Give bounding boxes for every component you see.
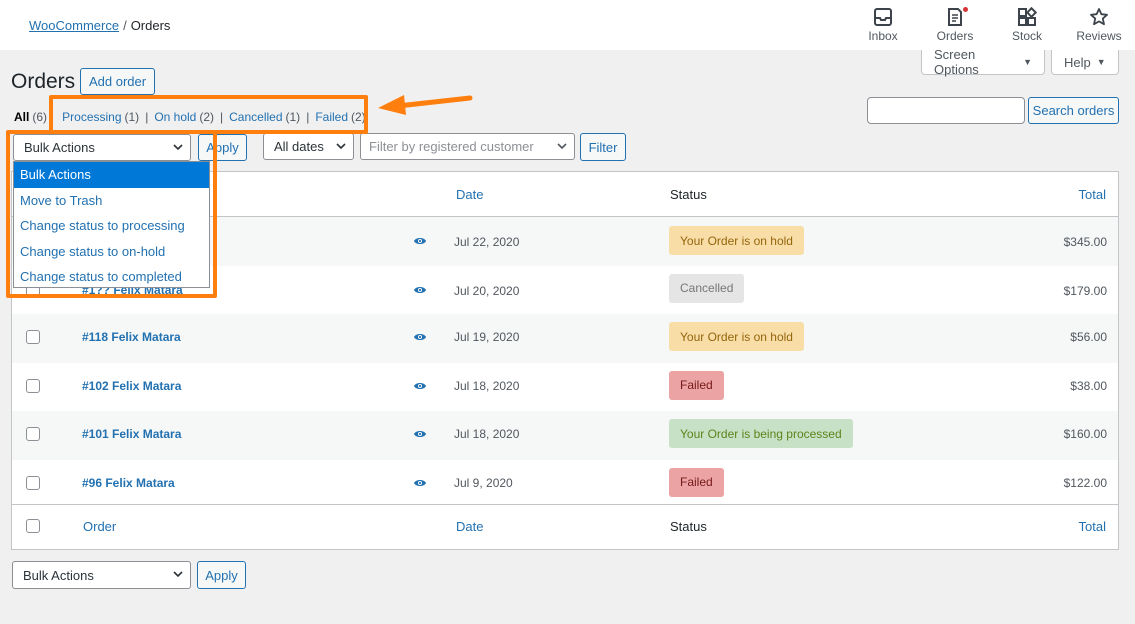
column-order[interactable]: Order — [83, 519, 116, 534]
order-link[interactable]: #102 Felix Matara — [82, 379, 181, 393]
eye-icon[interactable] — [413, 381, 427, 391]
order-link[interactable]: #101 Felix Matara — [82, 427, 181, 441]
order-total: $122.00 — [1063, 475, 1107, 490]
inbox-button[interactable]: Inbox — [847, 0, 919, 50]
table-row[interactable]: #102 Felix Matara Jul 18, 2020 Failed $3… — [12, 363, 1118, 412]
stock-button[interactable]: Stock — [991, 0, 1063, 50]
table-row[interactable]: #118 Felix Matara Jul 19, 2020 Your Orde… — [12, 314, 1118, 363]
row-checkbox[interactable] — [26, 427, 40, 441]
order-total: $345.00 — [1063, 235, 1107, 249]
chevron-down-icon — [336, 143, 346, 150]
order-link[interactable]: #118 Felix Matara — [82, 330, 181, 344]
highlight-box-bulk-actions — [6, 130, 217, 298]
order-link[interactable]: #96 Felix Matara — [82, 476, 175, 490]
bulk-actions-value: Bulk Actions — [23, 567, 94, 583]
select-all-checkbox[interactable] — [26, 519, 40, 533]
eye-icon[interactable] — [413, 236, 427, 246]
screen-options-button[interactable]: Screen Options ▼ — [921, 47, 1045, 77]
column-total[interactable]: Total — [1079, 519, 1106, 534]
filter-button[interactable]: Filter — [580, 133, 626, 161]
column-total[interactable]: Total — [1079, 187, 1106, 202]
column-status: Status — [670, 519, 707, 534]
search-orders-input[interactable] — [867, 97, 1025, 124]
customer-filter-select[interactable]: Filter by registered customer — [360, 133, 575, 160]
header-actions: Inbox Orders Stock Reviews — [847, 0, 1135, 50]
column-date[interactable]: Date — [456, 519, 483, 534]
orders-button[interactable]: Orders — [919, 0, 991, 50]
breadcrumb-woocommerce-link[interactable]: WooCommerce — [29, 18, 119, 33]
help-button[interactable]: Help ▼ — [1051, 50, 1119, 75]
orders-icon — [948, 8, 962, 26]
apply-bulk-button-bottom[interactable]: Apply — [197, 561, 246, 589]
status-badge: Your Order is on hold — [669, 226, 804, 255]
order-total: $160.00 — [1063, 427, 1107, 441]
row-checkbox[interactable] — [26, 475, 40, 490]
help-label: Help — [1064, 54, 1091, 70]
dates-filter-value: All dates — [274, 139, 324, 154]
highlight-box-views — [49, 95, 368, 134]
screen-options-label: Screen Options — [934, 47, 979, 77]
eye-icon[interactable] — [413, 429, 427, 439]
bulk-actions-select-bottom[interactable]: Bulk Actions — [12, 561, 191, 589]
chevron-down-icon — [173, 571, 183, 578]
dates-filter-select[interactable]: All dates — [263, 133, 354, 160]
status-badge: Failed — [669, 370, 724, 400]
page-title: Orders — [11, 70, 76, 93]
eye-icon[interactable] — [413, 332, 427, 342]
order-date: Jul 20, 2020 — [454, 283, 520, 298]
add-order-button[interactable]: Add order — [80, 68, 156, 95]
row-checkbox[interactable] — [26, 378, 40, 393]
table-row[interactable]: #101 Felix Matara Jul 18, 2020 Your Orde… — [12, 411, 1118, 460]
caret-down-icon: ▼ — [1023, 57, 1032, 67]
view-all-count: (6) — [32, 110, 48, 124]
status-badge: Your Order is being processed — [669, 419, 853, 448]
row-checkbox[interactable] — [26, 330, 40, 344]
column-status: Status — [670, 187, 707, 202]
order-date: Jul 9, 2020 — [454, 475, 513, 490]
order-total: $179.00 — [1063, 283, 1107, 298]
order-date: Jul 19, 2020 — [454, 330, 520, 344]
order-date: Jul 18, 2020 — [454, 427, 520, 441]
order-total: $38.00 — [1070, 378, 1107, 393]
reviews-label: Reviews — [1076, 29, 1122, 43]
breadcrumb-separator: / — [123, 18, 127, 33]
annotation-arrow-icon — [378, 95, 473, 115]
woocommerce-header: WooCommerce / Orders Inbox Orders Stock Re… — [0, 0, 1135, 50]
table-row[interactable]: #96 Felix Matara Jul 9, 2020 Failed $122… — [12, 460, 1118, 509]
breadcrumb: WooCommerce / Orders — [29, 18, 170, 33]
eye-icon[interactable] — [413, 478, 427, 488]
order-total: $56.00 — [1070, 330, 1107, 344]
breadcrumb-current: Orders — [130, 18, 171, 33]
chevron-down-icon — [557, 143, 567, 150]
column-date[interactable]: Date — [456, 187, 483, 202]
eye-icon[interactable] — [413, 285, 427, 295]
view-all[interactable]: All — [14, 110, 29, 124]
table-footer: Order Date Status Total — [12, 504, 1118, 549]
star-icon — [1090, 8, 1108, 26]
orders-notification-dot — [963, 7, 968, 12]
stock-label: Stock — [1011, 29, 1042, 43]
inbox-icon — [874, 8, 892, 26]
reviews-button[interactable]: Reviews — [1063, 0, 1135, 50]
status-badge: Failed — [669, 467, 724, 497]
order-date: Jul 18, 2020 — [454, 378, 520, 393]
status-badge: Cancelled — [669, 273, 745, 303]
customer-filter-placeholder: Filter by registered customer — [369, 139, 534, 154]
stock-icon — [1018, 7, 1037, 26]
search-orders-button[interactable]: Search orders — [1028, 97, 1119, 124]
order-date: Jul 22, 2020 — [454, 235, 520, 249]
inbox-label: Inbox — [868, 29, 898, 43]
status-badge: Your Order is on hold — [669, 322, 804, 351]
caret-down-icon: ▼ — [1096, 57, 1106, 67]
orders-label: Orders — [936, 29, 974, 43]
